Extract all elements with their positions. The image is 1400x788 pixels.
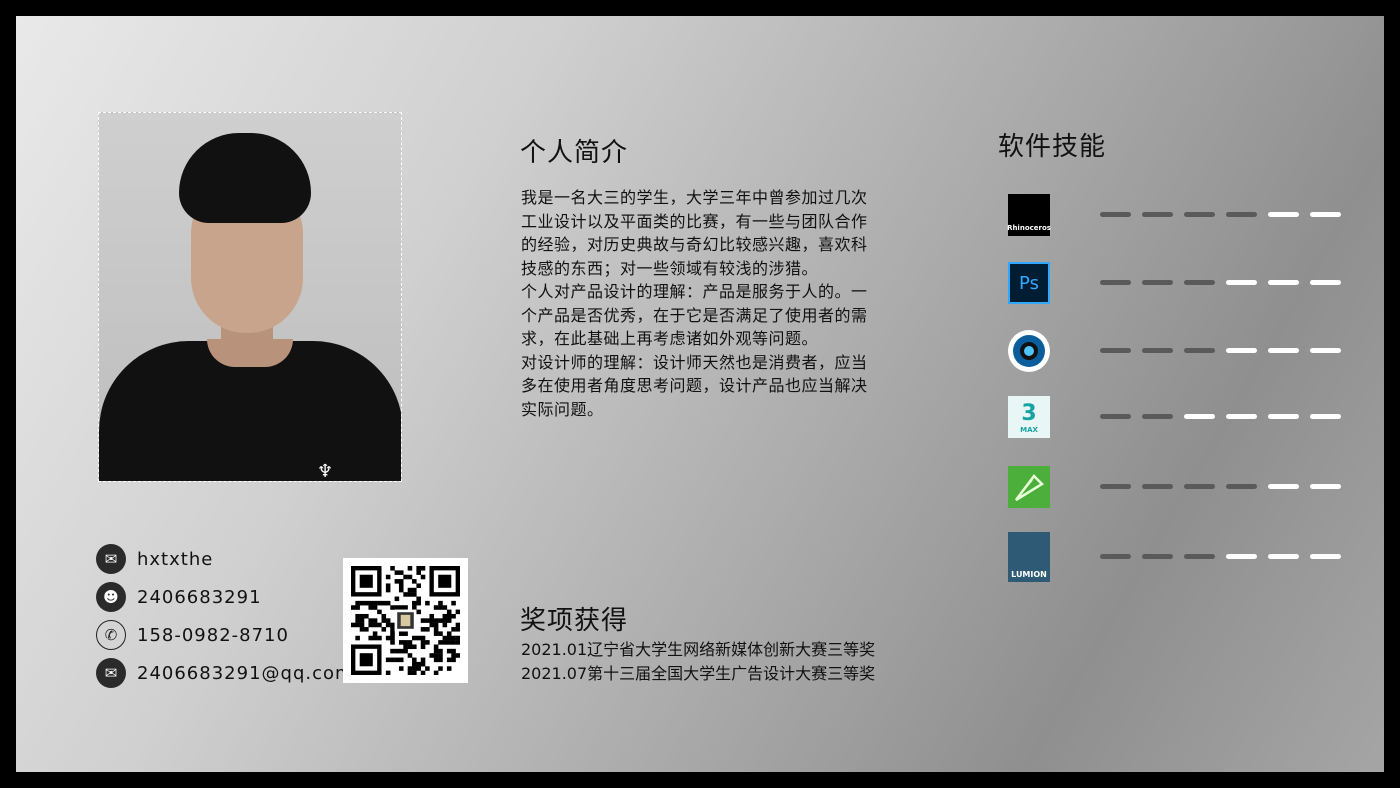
skill-bar-empty	[1268, 212, 1299, 217]
skill-bar-empty	[1268, 348, 1299, 353]
skill-bar-filled	[1226, 484, 1257, 489]
skill-bar-filled	[1184, 212, 1215, 217]
profile-photo: ♆	[98, 112, 402, 482]
award-item: 2021.01辽宁省大学生网络新媒体创新大赛三等奖	[521, 640, 876, 659]
skill-bar-filled	[1142, 484, 1173, 489]
skill-bar-filled	[1100, 414, 1131, 419]
skill-level-bars	[1100, 348, 1350, 356]
skill-icon-label: LUMION	[1011, 570, 1047, 579]
rhino-icon: Rhinoceros	[1007, 194, 1051, 236]
skill-bar-empty	[1268, 280, 1299, 285]
skill-icon-label: Ps	[1019, 272, 1039, 294]
skill-bar-empty	[1310, 280, 1341, 285]
skill-level-bars	[1100, 280, 1350, 288]
skill-bar-filled	[1184, 554, 1215, 559]
phone-number: 158-0982-8710	[137, 624, 289, 646]
deer-logo-icon: ♆	[317, 461, 334, 482]
skill-bar-filled	[1184, 484, 1215, 489]
skill-bar-filled	[1142, 212, 1173, 217]
3dsmax-icon: 3 MAX	[1008, 396, 1050, 438]
skill-bar-empty	[1310, 554, 1341, 559]
email-address: 2406683291@qq.com	[137, 662, 354, 684]
intro-body: 我是一名大三的学生，大学三年中曾参加过几次工业设计以及平面类的比赛，有一些与团队…	[521, 188, 868, 419]
contact-email: ✉ 2406683291@qq.com	[96, 656, 354, 690]
award-item: 2021.07第十三届全国大学生广告设计大赛三等奖	[521, 664, 876, 683]
skill-bar-empty	[1310, 484, 1341, 489]
skill-bar-filled	[1100, 212, 1131, 217]
skill-bar-filled	[1226, 212, 1257, 217]
skill-bar-empty	[1226, 414, 1257, 419]
skill-bar-filled	[1142, 554, 1173, 559]
contact-wechat: ✉ hxtxthe	[96, 542, 213, 576]
skill-bar-empty	[1226, 348, 1257, 353]
skill-bar-filled	[1184, 348, 1215, 353]
skill-bar-empty	[1268, 484, 1299, 489]
phone-icon: ✆	[96, 620, 126, 650]
skill-bar-filled	[1142, 348, 1173, 353]
keyshot-icon	[1008, 330, 1050, 372]
awards-list: 2021.01辽宁省大学生网络新媒体创新大赛三等奖 2021.07第十三届全国大…	[521, 638, 875, 686]
skill-level-bars	[1100, 414, 1350, 422]
skill-bar-empty	[1268, 414, 1299, 419]
skill-bar-filled	[1142, 414, 1173, 419]
qq-number: 2406683291	[137, 586, 262, 608]
photoshop-icon: Ps	[1008, 262, 1050, 304]
contact-phone: ✆ 158-0982-8710	[96, 618, 289, 652]
contact-qq: ☻ 2406683291	[96, 580, 262, 614]
qr-code	[343, 558, 468, 683]
skill-bar-filled	[1184, 280, 1215, 285]
intro-title: 个人简介	[520, 138, 629, 168]
lumion-icon: LUMION	[1008, 532, 1050, 582]
skill-bar-empty	[1184, 414, 1215, 419]
qq-penguin-icon: ☻	[96, 582, 126, 612]
skills-title: 软件技能	[998, 132, 1107, 162]
skill-bar-filled	[1100, 484, 1131, 489]
wechat-icon: ✉	[96, 544, 126, 574]
skill-bar-empty	[1310, 212, 1341, 217]
skill-level-bars	[1100, 484, 1350, 492]
skill-bar-empty	[1226, 554, 1257, 559]
skill-bar-filled	[1142, 280, 1173, 285]
resume-page: ♆ 个人简介 我是一名大三的学生，大学三年中曾参加过几次工业设计以及平面类的比赛…	[16, 16, 1384, 772]
skill-bar-empty	[1226, 280, 1257, 285]
skill-bar-filled	[1100, 280, 1131, 285]
skill-icon-label: 3	[1021, 400, 1037, 426]
skill-bar-empty	[1310, 348, 1341, 353]
skill-bar-filled	[1100, 554, 1131, 559]
skill-level-bars	[1100, 554, 1350, 562]
skill-level-bars	[1100, 212, 1350, 220]
mail-icon: ✉	[96, 658, 126, 688]
skill-bar-empty	[1310, 414, 1341, 419]
skill-icon-label: Rhinoceros	[1007, 224, 1051, 232]
skill-bar-filled	[1100, 348, 1131, 353]
awards-title: 奖项获得	[520, 606, 629, 636]
skill-bar-empty	[1268, 554, 1299, 559]
skill-icon-sublabel: MAX	[1020, 425, 1038, 434]
coreldraw-icon	[1008, 466, 1050, 508]
wechat-id: hxtxthe	[137, 548, 214, 570]
